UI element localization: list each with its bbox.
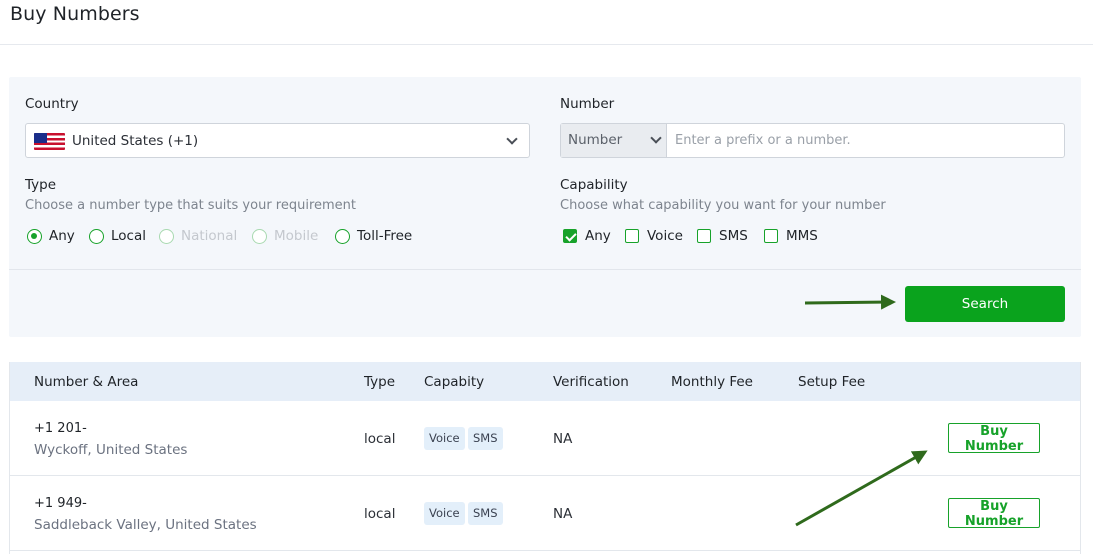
column-header-verification: Verification (553, 374, 629, 390)
number-field-group: Number (560, 123, 1065, 158)
capability-chip-sms: SMS (468, 427, 503, 450)
capability-checkbox-voice[interactable]: Voice (625, 228, 683, 244)
radio-disabled-icon (159, 228, 174, 244)
checkbox-icon (625, 229, 639, 243)
panel-divider (9, 269, 1081, 270)
chevron-down-icon (506, 133, 518, 145)
checkbox-icon (697, 229, 711, 243)
search-button[interactable]: Search (905, 286, 1065, 322)
row-number: +1 949- (34, 496, 87, 511)
type-radio-any[interactable]: Any (27, 228, 75, 244)
capability-chip-voice: Voice (424, 502, 465, 525)
chevron-down-icon (650, 132, 662, 144)
country-label: Country (25, 96, 79, 112)
table-row: +1 949- Saddleback Valley, United States… (10, 476, 1080, 551)
row-verification: NA (553, 506, 573, 522)
type-radio-mobile: Mobile (252, 228, 318, 244)
country-select[interactable]: United States (+1) (25, 123, 530, 158)
column-header-monthly-fee: Monthly Fee (671, 374, 753, 390)
radio-disabled-icon (252, 228, 267, 244)
row-type: local (364, 506, 396, 522)
checkbox-icon (764, 229, 778, 243)
capability-checkbox-mms[interactable]: MMS (764, 228, 818, 244)
type-radio-national: National (159, 228, 237, 244)
radio-label: Toll-Free (357, 228, 413, 244)
radio-label: Local (111, 228, 146, 244)
capability-chip-voice: Voice (424, 427, 465, 450)
number-search-input[interactable] (668, 124, 1064, 157)
row-number: +1 201- (34, 421, 87, 436)
buy-number-button[interactable]: Buy Number (948, 498, 1040, 529)
column-header-type: Type (364, 374, 396, 390)
radio-label: National (181, 228, 238, 244)
radio-checked-icon (27, 228, 42, 244)
column-header-capability: Capabity (424, 374, 485, 390)
capability-hint: Choose what capability you want for your… (560, 198, 886, 213)
capability-checkbox-sms[interactable]: SMS (697, 228, 748, 244)
row-area: Wyckoff, United States (34, 442, 188, 458)
capability-chip-sms: SMS (468, 502, 503, 525)
row-verification: NA (553, 431, 573, 447)
type-radio-toll-free[interactable]: Toll-Free (335, 228, 412, 244)
row-area: Saddleback Valley, United States (34, 517, 257, 533)
radio-icon (335, 228, 350, 244)
us-flag-icon (34, 133, 65, 150)
type-label: Type (25, 177, 57, 193)
column-header-number-area: Number & Area (34, 374, 139, 390)
capability-checkbox-any[interactable]: Any (563, 228, 611, 244)
title-divider (0, 44, 1093, 45)
results-table: Number & Area Type Capabity Verification… (9, 362, 1081, 554)
number-mode-select[interactable]: Number (561, 124, 667, 157)
capability-label: Capability (560, 177, 628, 193)
number-label: Number (560, 96, 615, 112)
checkbox-label: Voice (647, 228, 683, 244)
checkbox-checked-icon (563, 229, 577, 243)
page-title: Buy Numbers (10, 3, 140, 25)
country-selected-value: United States (+1) (72, 133, 199, 149)
type-hint: Choose a number type that suits your req… (25, 198, 357, 213)
checkbox-label: Any (585, 228, 611, 244)
row-type: local (364, 431, 396, 447)
radio-icon (89, 228, 104, 244)
column-header-setup-fee: Setup Fee (798, 374, 866, 390)
table-row: +1 201- Wyckoff, United States local Voi… (10, 401, 1080, 476)
type-radio-local[interactable]: Local (89, 228, 146, 244)
radio-label: Mobile (274, 228, 319, 244)
radio-label: Any (49, 228, 75, 244)
checkbox-label: SMS (719, 228, 748, 244)
buy-number-button[interactable]: Buy Number (948, 423, 1040, 454)
table-header: Number & Area Type Capabity Verification… (10, 362, 1080, 401)
checkbox-label: MMS (786, 228, 818, 244)
number-mode-value: Number (568, 132, 623, 148)
